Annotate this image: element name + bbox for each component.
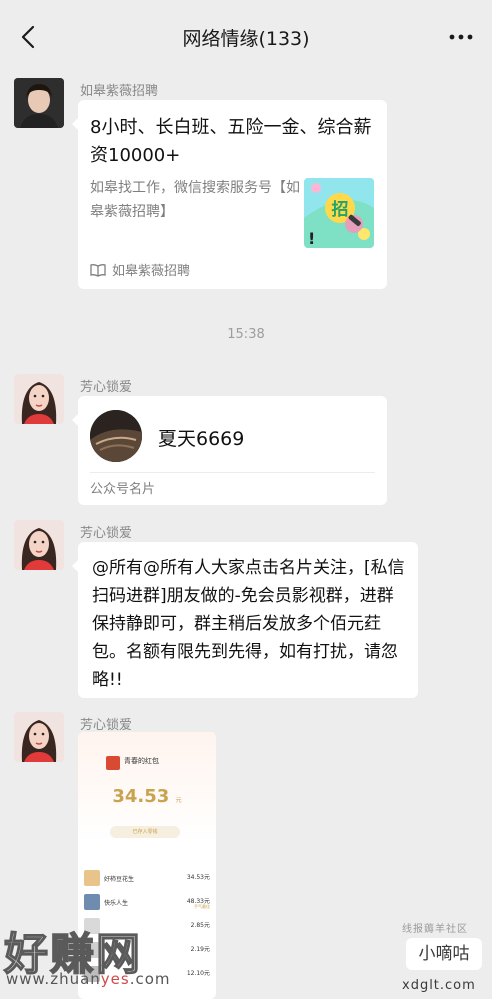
timestamp: 15:38 <box>227 327 265 342</box>
chat-header: 网络情缘(133) <box>0 0 492 76</box>
article-title: 8小时、长白班、五险一金、综合薪资10000+ <box>90 117 372 166</box>
avatar[interactable] <box>14 78 64 128</box>
source-name: 如皋紫薇招聘 <box>112 264 191 279</box>
list-item: 好柿豆花生 34.53元 <box>84 868 212 890</box>
watermark-url: xdglt.com <box>402 978 476 993</box>
article-card[interactable]: 8小时、长白班、五险一金、综合薪资10000+ 如皋找工作，微信搜索服务号【如皋… <box>72 100 387 289</box>
red-packet-icon <box>106 756 120 770</box>
sender-name: 芳心锁爱 <box>80 380 133 395</box>
article-thumbnail: 招 ! <box>304 178 374 248</box>
sender-name: 如皋紫薇招聘 <box>80 84 159 99</box>
watermark-right: 线报薅羊社区 小嘀咕 xdglt.com <box>398 918 492 999</box>
chat-title: 网络情缘(133) <box>182 28 310 50</box>
watermark-url: www.zhuanyes.com <box>6 970 171 988</box>
red-packet-header: 青春的红包 34.53 元 已存入零钱 <box>78 732 216 842</box>
red-packet-title: 青春的红包 <box>124 757 159 765</box>
list-item: 快乐人生 48.33元 手气最佳 <box>84 892 212 914</box>
thumbnail-char: 招 <box>332 199 349 220</box>
avatar[interactable] <box>14 712 64 762</box>
watermark-tagline: 线报薅羊社区 <box>402 924 468 935</box>
divider <box>90 472 375 473</box>
svg-text:!: ! <box>308 229 315 248</box>
card-name: 夏天6669 <box>158 428 245 450</box>
text-message[interactable]: @所有@所有人大家点击名片关注，[私信扫码进群]朋友做的-免会员影视群，进群保持… <box>72 542 418 698</box>
article-source: 如皋紫薇招聘 <box>90 260 190 279</box>
article-desc: 如皋找工作，微信搜索服务号【如皋紫薇招聘】 <box>90 180 300 220</box>
book-open-icon <box>90 263 106 277</box>
more-dots-icon[interactable] <box>446 22 476 52</box>
contact-card[interactable]: 夏天6669 公众号名片 <box>72 396 387 505</box>
avatar[interactable] <box>14 520 64 570</box>
avatar[interactable] <box>14 374 64 424</box>
watermark-logo: 小嘀咕 <box>406 938 482 970</box>
red-packet-amount: 34.53 元 <box>112 786 182 807</box>
card-avatar <box>90 410 142 462</box>
card-type: 公众号名片 <box>90 482 156 497</box>
sender-name: 芳心锁爱 <box>80 718 133 733</box>
deposit-button: 已存入零钱 <box>110 826 180 838</box>
watermark-left: 好赚网 www.zhuanyes.com <box>0 918 230 999</box>
sender-name: 芳心锁爱 <box>80 526 133 541</box>
message-text: @所有@所有人大家点击名片关注，[私信扫码进群]朋友做的-免会员影视群，进群保持… <box>92 558 405 690</box>
